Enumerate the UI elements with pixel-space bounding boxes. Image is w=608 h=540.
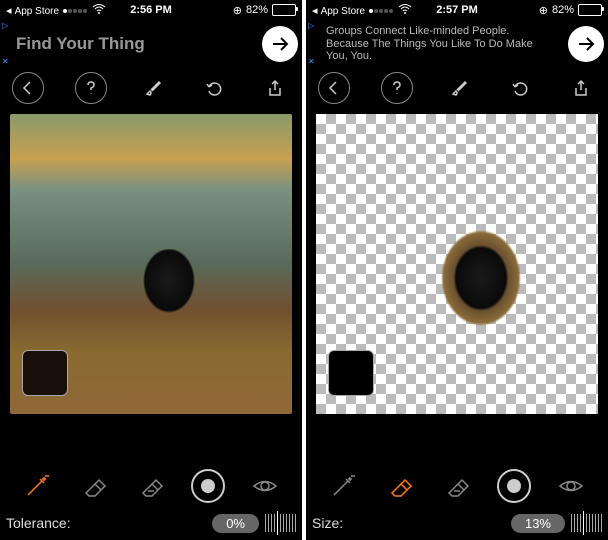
magic-wand-icon (330, 473, 356, 499)
ad-banner[interactable]: ▷ ✕ Find Your Thing (0, 20, 302, 68)
ad-close-icon[interactable]: ✕ (2, 57, 9, 66)
share-button[interactable] (566, 73, 596, 103)
slider-value[interactable]: 0% (212, 514, 259, 533)
arrow-right-icon (576, 34, 596, 54)
eraser-tool[interactable] (383, 469, 417, 503)
ad-arrow-button[interactable] (262, 26, 298, 62)
battery-percent: 82% (552, 4, 574, 16)
image-cutout (418, 222, 558, 362)
target-tool[interactable] (191, 469, 225, 503)
brush-settings-button[interactable] (138, 73, 168, 103)
undo-icon (511, 79, 529, 97)
help-button[interactable] (381, 72, 413, 104)
top-toolbar (306, 68, 608, 108)
arrow-right-icon (270, 34, 290, 54)
color-swatch[interactable] (328, 350, 374, 396)
ad-banner[interactable]: ▷ ✕ Groups Connect Like-minded People. B… (306, 20, 608, 68)
target-tool[interactable] (497, 469, 531, 503)
ad-text: Groups Connect Like-minded People. Becau… (326, 25, 546, 63)
target-icon (201, 479, 215, 493)
eye-icon (252, 473, 278, 499)
eraser-icon (81, 473, 107, 499)
magic-wand-icon (24, 473, 50, 499)
restore-tool[interactable] (134, 469, 168, 503)
undo-icon (205, 79, 223, 97)
slider-label: Size: (312, 515, 343, 531)
battery-icon (578, 4, 602, 16)
status-bar: ◂ App Store 2:56 PM ⊕ 82% (0, 0, 302, 20)
question-icon (388, 79, 406, 97)
restore-tool[interactable] (440, 469, 474, 503)
signal-icon (369, 4, 394, 16)
magic-wand-tool[interactable] (20, 469, 54, 503)
bottom-toolbar (0, 466, 302, 506)
question-icon (82, 79, 100, 97)
eraser-icon (387, 473, 413, 499)
slider-ticks[interactable] (265, 511, 296, 535)
restore-icon (138, 473, 164, 499)
share-icon (572, 79, 590, 97)
color-swatch[interactable] (22, 350, 68, 396)
ad-triangle-icon: ▷ (308, 22, 314, 30)
back-to-app[interactable]: ◂ App Store (6, 4, 59, 17)
phone-left: ◂ App Store 2:56 PM ⊕ 82% ▷ ✕ Find Your … (0, 0, 302, 540)
help-button[interactable] (75, 72, 107, 104)
back-button[interactable] (318, 72, 350, 104)
preview-tool[interactable] (554, 469, 588, 503)
slider-value[interactable]: 13% (511, 514, 565, 533)
image-canvas[interactable] (316, 114, 598, 414)
slider-row: Size: 13% (306, 506, 608, 540)
magic-wand-tool[interactable] (326, 469, 360, 503)
battery-percent: 82% (246, 4, 268, 16)
undo-button[interactable] (199, 73, 229, 103)
target-icon (507, 479, 521, 493)
brush-icon (144, 79, 162, 97)
battery-icon (272, 4, 296, 16)
slider-row: Tolerance: 0% (0, 506, 302, 540)
preview-tool[interactable] (248, 469, 282, 503)
chevron-left-icon (325, 79, 343, 97)
top-toolbar (0, 68, 302, 108)
signal-icon (63, 4, 88, 16)
orientation-lock-icon: ⊕ (539, 4, 548, 17)
clock: 2:57 PM (436, 4, 478, 16)
share-button[interactable] (260, 73, 290, 103)
clock: 2:56 PM (130, 4, 172, 16)
ad-triangle-icon: ▷ (2, 22, 8, 30)
wifi-icon (398, 4, 412, 17)
eraser-tool[interactable] (77, 469, 111, 503)
restore-icon (444, 473, 470, 499)
bottom-toolbar (306, 466, 608, 506)
share-icon (266, 79, 284, 97)
orientation-lock-icon: ⊕ (233, 4, 242, 17)
back-to-app[interactable]: ◂ App Store (312, 4, 365, 17)
slider-ticks[interactable] (571, 511, 602, 535)
eye-icon (558, 473, 584, 499)
undo-button[interactable] (505, 73, 535, 103)
ad-text: Find Your Thing (16, 34, 145, 54)
brush-settings-button[interactable] (444, 73, 474, 103)
wifi-icon (92, 4, 106, 17)
status-bar: ◂ App Store 2:57 PM ⊕ 82% (306, 0, 608, 20)
slider-label: Tolerance: (6, 515, 71, 531)
image-canvas[interactable] (10, 114, 292, 414)
ad-arrow-button[interactable] (568, 26, 604, 62)
ad-close-icon[interactable]: ✕ (308, 57, 315, 66)
brush-icon (450, 79, 468, 97)
phone-right: ◂ App Store 2:57 PM ⊕ 82% ▷ ✕ Groups Con… (306, 0, 608, 540)
chevron-left-icon (19, 79, 37, 97)
back-button[interactable] (12, 72, 44, 104)
